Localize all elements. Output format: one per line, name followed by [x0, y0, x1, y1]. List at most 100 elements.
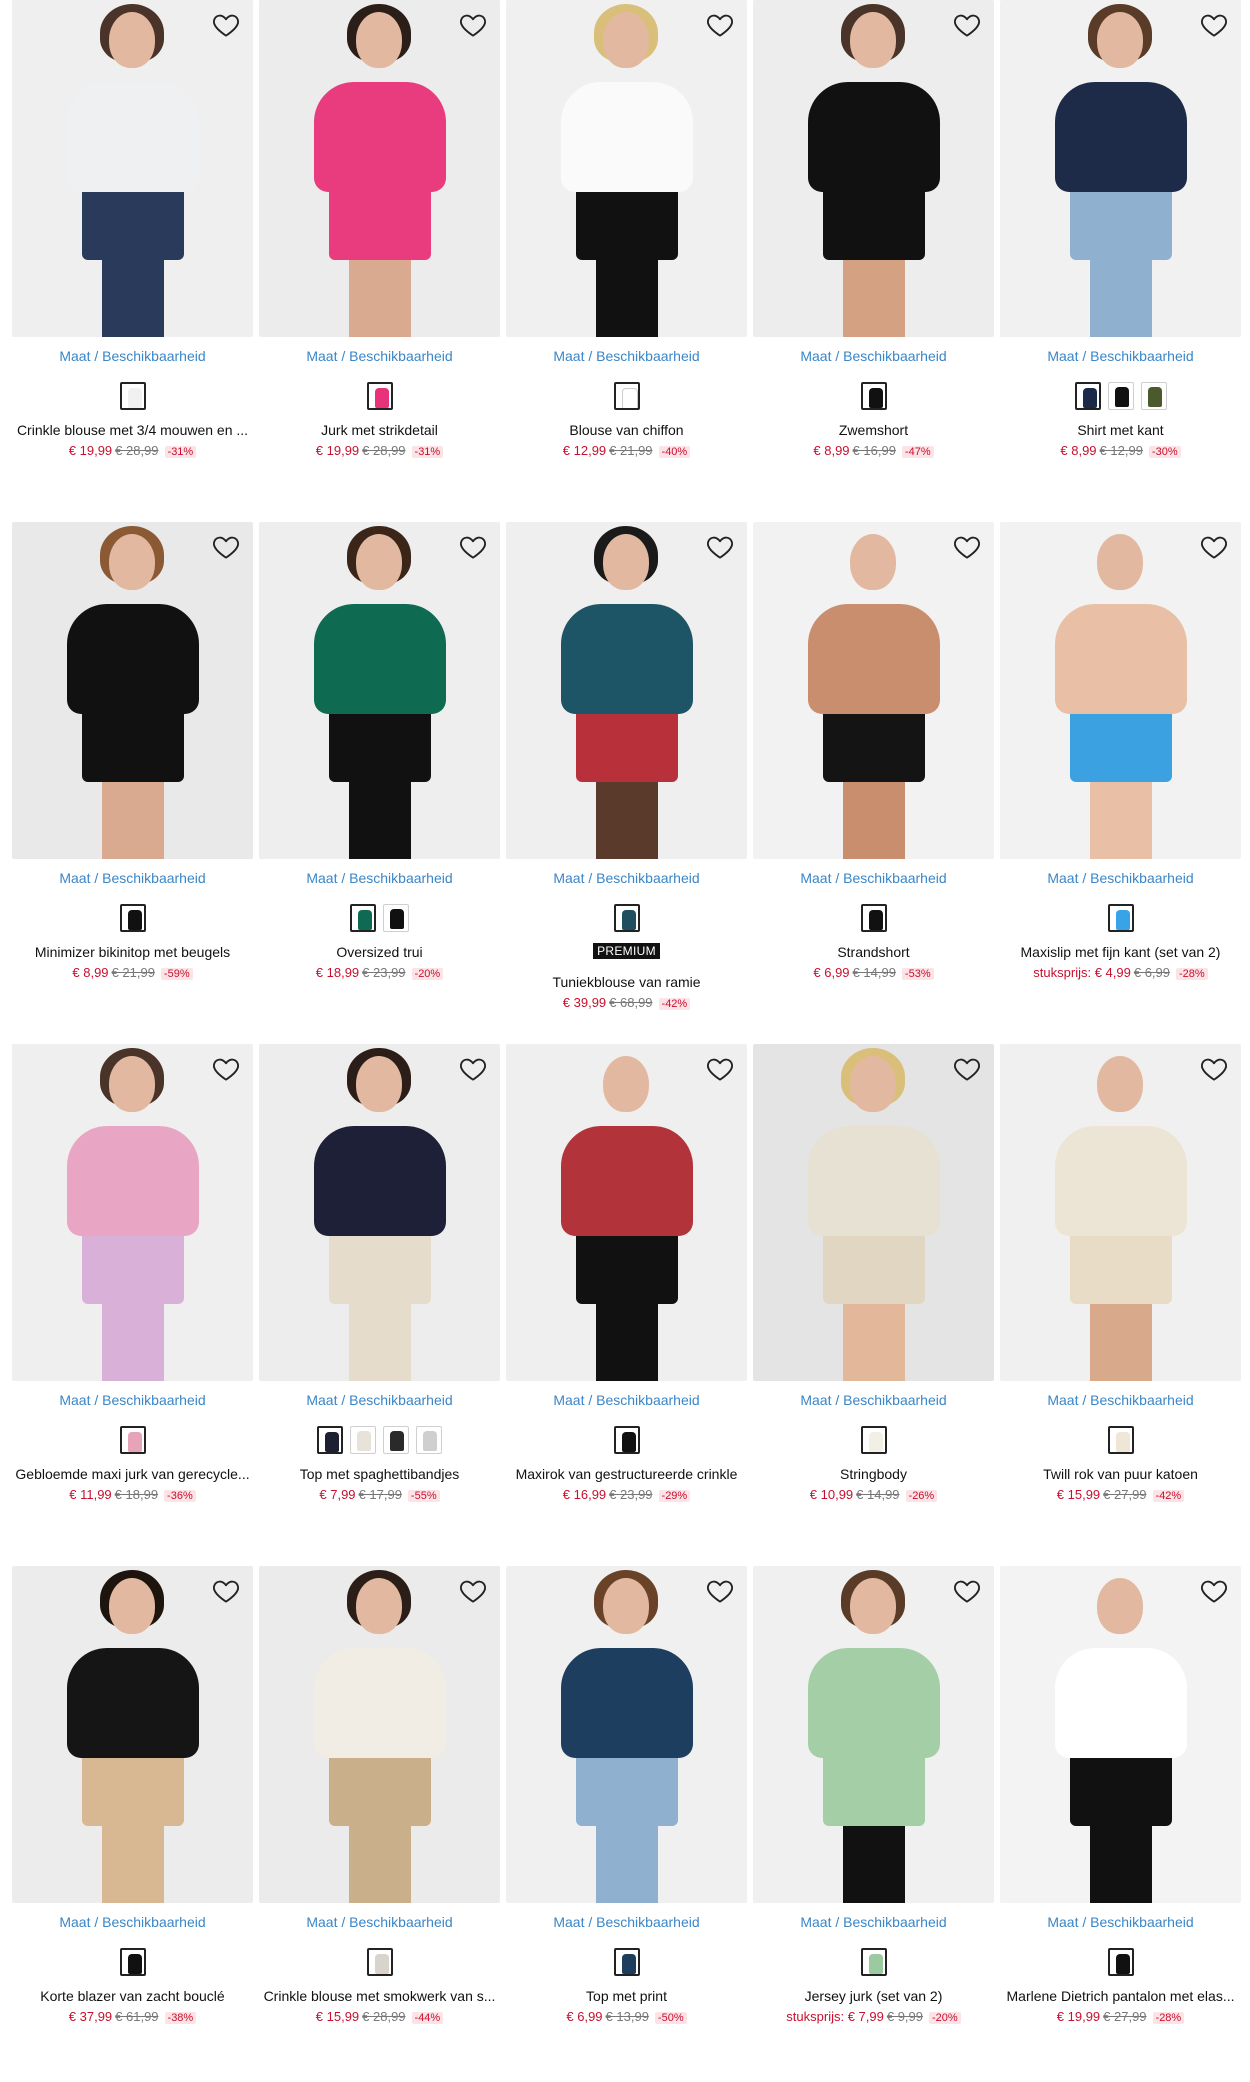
color-swatch[interactable] — [613, 382, 640, 410]
size-availability-link[interactable]: Maat / Beschikbaarheid — [12, 348, 253, 364]
color-swatch[interactable] — [1074, 382, 1101, 410]
product-card[interactable]: Maat / Beschikbaarheid Blouse van chiffon… — [506, 0, 747, 500]
product-card[interactable]: Maat / Beschikbaarheid Maxislip met fijn … — [1000, 522, 1241, 1022]
product-name[interactable]: Korte blazer van zacht bouclé — [12, 1988, 253, 2004]
color-swatch[interactable] — [366, 382, 393, 410]
color-swatch[interactable] — [1140, 382, 1167, 410]
product-name[interactable]: Blouse van chiffon — [506, 422, 747, 438]
size-availability-link[interactable]: Maat / Beschikbaarheid — [259, 870, 500, 886]
product-name[interactable]: Twill rok van puur katoen — [1000, 1466, 1241, 1482]
size-availability-link[interactable]: Maat / Beschikbaarheid — [753, 1914, 994, 1930]
wishlist-heart-icon[interactable] — [209, 8, 243, 42]
product-name[interactable]: Minimizer bikinitop met beugels — [12, 944, 253, 960]
product-image[interactable] — [259, 522, 500, 859]
size-availability-link[interactable]: Maat / Beschikbaarheid — [1000, 1392, 1241, 1408]
product-image[interactable] — [506, 1566, 747, 1903]
product-name[interactable]: Jersey jurk (set van 2) — [753, 1988, 994, 2004]
wishlist-heart-icon[interactable] — [1197, 1052, 1231, 1086]
product-image[interactable] — [1000, 0, 1241, 337]
product-card[interactable]: Maat / Beschikbaarheid Minimizer bikinito… — [12, 522, 253, 1022]
product-image[interactable] — [12, 522, 253, 859]
color-swatch[interactable] — [366, 1948, 393, 1976]
product-image[interactable] — [259, 1044, 500, 1381]
product-name[interactable]: Crinkle blouse met smokwerk van s... — [259, 1988, 500, 2004]
color-swatch[interactable] — [317, 1426, 343, 1454]
wishlist-heart-icon[interactable] — [456, 1574, 490, 1608]
product-card[interactable]: Maat / Beschikbaarheid Jurk met strikdeta… — [259, 0, 500, 500]
color-swatch[interactable] — [1107, 382, 1134, 410]
wishlist-heart-icon[interactable] — [1197, 8, 1231, 42]
color-swatch[interactable] — [350, 1426, 376, 1454]
product-card[interactable]: Maat / Beschikbaarheid Zwemshort € 8,99 € 1… — [753, 0, 994, 500]
color-swatch[interactable] — [119, 382, 146, 410]
product-card[interactable]: Maat / Beschikbaarheid PREMIUM Tuniekblous… — [506, 522, 747, 1022]
color-swatch[interactable] — [1107, 1426, 1134, 1454]
product-image[interactable] — [12, 0, 253, 337]
product-name[interactable]: Jurk met strikdetail — [259, 422, 500, 438]
product-image[interactable] — [12, 1044, 253, 1381]
product-card[interactable]: Maat / Beschikbaarheid Maxirok van gestru… — [506, 1044, 747, 1544]
wishlist-heart-icon[interactable] — [703, 8, 737, 42]
size-availability-link[interactable]: Maat / Beschikbaarheid — [12, 1392, 253, 1408]
product-name[interactable]: Zwemshort — [753, 422, 994, 438]
product-name[interactable]: Gebloemde maxi jurk van gerecycle... — [12, 1466, 253, 1482]
color-swatch[interactable] — [613, 904, 640, 932]
color-swatch[interactable] — [860, 382, 887, 410]
product-name[interactable]: Strandshort — [753, 944, 994, 960]
product-card[interactable]: Maat / Beschikbaarheid Top met spaghettib… — [259, 1044, 500, 1544]
product-card[interactable]: Maat / Beschikbaarheid Marlene Dietrich p… — [1000, 1566, 1241, 2066]
wishlist-heart-icon[interactable] — [456, 1052, 490, 1086]
size-availability-link[interactable]: Maat / Beschikbaarheid — [506, 348, 747, 364]
size-availability-link[interactable]: Maat / Beschikbaarheid — [506, 1914, 747, 1930]
product-image[interactable] — [12, 1566, 253, 1903]
wishlist-heart-icon[interactable] — [703, 1052, 737, 1086]
wishlist-heart-icon[interactable] — [950, 8, 984, 42]
color-swatch[interactable] — [119, 1426, 146, 1454]
size-availability-link[interactable]: Maat / Beschikbaarheid — [506, 1392, 747, 1408]
product-image[interactable] — [259, 0, 500, 337]
product-name[interactable]: Maxislip met fijn kant (set van 2) — [1000, 944, 1241, 960]
product-name[interactable]: Crinkle blouse met 3/4 mouwen en ... — [12, 422, 253, 438]
product-name[interactable]: Tuniekblouse van ramie — [506, 974, 747, 990]
wishlist-heart-icon[interactable] — [1197, 1574, 1231, 1608]
size-availability-link[interactable]: Maat / Beschikbaarheid — [259, 1392, 500, 1408]
size-availability-link[interactable]: Maat / Beschikbaarheid — [1000, 1914, 1241, 1930]
product-image[interactable] — [506, 0, 747, 337]
product-card[interactable]: Maat / Beschikbaarheid Shirt met kant € 8,… — [1000, 0, 1241, 500]
product-card[interactable]: Maat / Beschikbaarheid Jersey jurk (set v… — [753, 1566, 994, 2066]
color-swatch[interactable] — [860, 1426, 887, 1454]
product-name[interactable]: Maxirok van gestructureerde crinkle — [506, 1466, 747, 1482]
product-card[interactable]: Maat / Beschikbaarheid Stringbody € 10,99 €… — [753, 1044, 994, 1544]
wishlist-heart-icon[interactable] — [456, 8, 490, 42]
color-swatch[interactable] — [860, 904, 887, 932]
product-image[interactable] — [1000, 522, 1241, 859]
product-card[interactable]: Maat / Beschikbaarheid Korte blazer van z… — [12, 1566, 253, 2066]
wishlist-heart-icon[interactable] — [1197, 530, 1231, 564]
product-image[interactable] — [753, 0, 994, 337]
wishlist-heart-icon[interactable] — [703, 530, 737, 564]
wishlist-heart-icon[interactable] — [209, 530, 243, 564]
product-image[interactable] — [753, 1566, 994, 1903]
size-availability-link[interactable]: Maat / Beschikbaarheid — [259, 348, 500, 364]
color-swatch[interactable] — [416, 1426, 442, 1454]
size-availability-link[interactable]: Maat / Beschikbaarheid — [1000, 870, 1241, 886]
color-swatch[interactable] — [613, 1948, 640, 1976]
product-image[interactable] — [1000, 1044, 1241, 1381]
color-swatch[interactable] — [119, 904, 146, 932]
product-card[interactable]: Maat / Beschikbaarheid Top met print € 6,9… — [506, 1566, 747, 2066]
size-availability-link[interactable]: Maat / Beschikbaarheid — [12, 870, 253, 886]
size-availability-link[interactable]: Maat / Beschikbaarheid — [753, 1392, 994, 1408]
color-swatch[interactable] — [860, 1948, 887, 1976]
color-swatch[interactable] — [1107, 904, 1134, 932]
product-image[interactable] — [259, 1566, 500, 1903]
color-swatch[interactable] — [119, 1948, 146, 1976]
product-card[interactable]: Maat / Beschikbaarheid Oversized trui € 18… — [259, 522, 500, 1022]
product-image[interactable] — [753, 522, 994, 859]
color-swatch[interactable] — [1107, 1948, 1134, 1976]
wishlist-heart-icon[interactable] — [456, 530, 490, 564]
wishlist-heart-icon[interactable] — [950, 1052, 984, 1086]
product-card[interactable]: Maat / Beschikbaarheid Strandshort € 6,99 €… — [753, 522, 994, 1022]
color-swatch[interactable] — [350, 904, 376, 932]
product-image[interactable] — [506, 522, 747, 859]
product-card[interactable]: Maat / Beschikbaarheid Crinkle blouse met… — [259, 1566, 500, 2066]
